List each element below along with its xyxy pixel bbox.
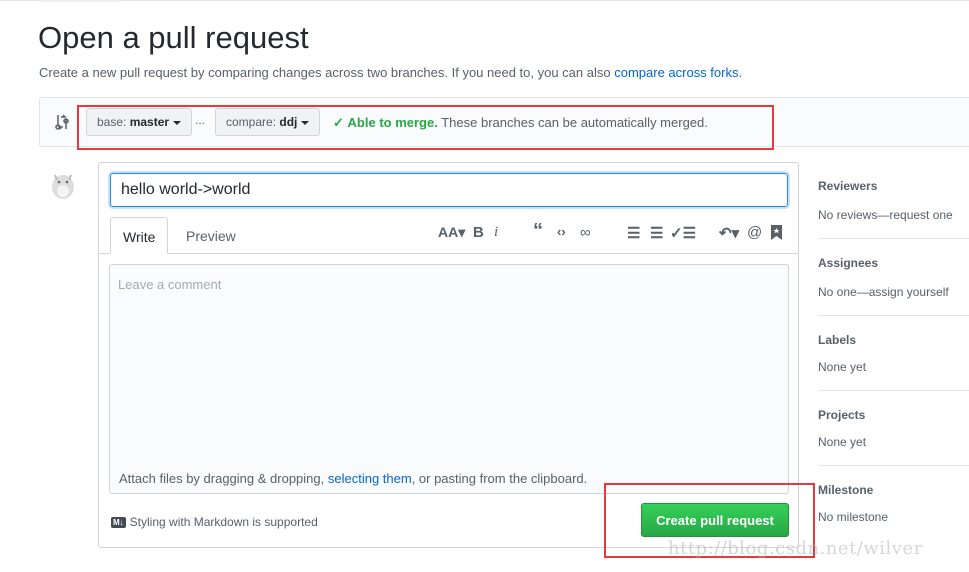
markdown-note[interactable]: M↓ Styling with Markdown is supported	[111, 515, 318, 529]
subtitle-end: .	[738, 65, 743, 80]
sidebar-divider	[818, 465, 969, 466]
bullet-list-icon[interactable]: ☰	[627, 224, 640, 242]
page-title: Open a pull request	[38, 20, 309, 55]
italic-icon[interactable]: i	[494, 224, 498, 241]
sidebar-labels-value: None yet	[818, 360, 867, 374]
page-subtitle: Create a new pull request by comparing c…	[39, 65, 742, 80]
attach-text: Attach files by dragging & dropping,	[119, 471, 328, 486]
top-border	[0, 0, 969, 1]
sidebar-divider	[818, 238, 969, 239]
avatar	[52, 174, 74, 199]
link-icon[interactable]: ∞	[580, 224, 591, 241]
sidebar-divider	[818, 390, 969, 391]
sidebar-reviewers-heading[interactable]: Reviewers	[818, 179, 877, 193]
select-files-link[interactable]: selecting them	[328, 471, 412, 486]
quote-icon[interactable]: “	[533, 220, 543, 243]
top-tab-border	[40, 0, 120, 2]
text-size-icon[interactable]: AA▾	[438, 224, 465, 241]
markdown-icon: M↓	[111, 517, 126, 528]
tab-write[interactable]: Write	[110, 217, 169, 254]
numbered-list-icon[interactable]: ☰	[650, 224, 663, 242]
task-list-icon[interactable]: ✓☰	[670, 224, 696, 242]
markdown-note-text: Styling with Markdown is supported	[129, 515, 318, 529]
bold-icon[interactable]: B	[473, 224, 484, 241]
bookmark-icon[interactable]	[771, 225, 782, 240]
sidebar-assignees-heading[interactable]: Assignees	[818, 256, 878, 270]
subtitle-text: Create a new pull request by comparing c…	[39, 65, 615, 80]
mention-icon[interactable]: @	[747, 224, 762, 241]
compare-forks-link[interactable]: compare across forks	[614, 65, 738, 80]
code-icon[interactable]: ‹›	[557, 224, 566, 239]
title-input[interactable]: hello world->world	[110, 173, 788, 207]
tab-preview[interactable]: Preview	[174, 217, 248, 254]
sidebar-reviewers-value: No reviews—request one	[818, 208, 953, 222]
sidebar-labels-heading[interactable]: Labels	[818, 333, 856, 347]
compare-icon	[55, 114, 69, 130]
reply-icon[interactable]: ↶▾	[719, 224, 739, 242]
attach-text-end: , or pasting from the clipboard.	[411, 471, 588, 486]
sidebar-assignees-value: No one—assign yourself	[818, 285, 949, 299]
watermark: http://blog.csdn.net/wilver	[668, 538, 923, 559]
sidebar-milestone-heading[interactable]: Milestone	[818, 483, 873, 497]
sidebar-projects-value: None yet	[818, 435, 867, 449]
sidebar-projects-heading[interactable]: Projects	[818, 408, 865, 422]
sidebar-divider	[818, 315, 969, 316]
highlight-box	[77, 105, 774, 150]
comment-textarea[interactable]: Leave a comment	[109, 264, 789, 464]
sidebar-milestone-value: No milestone	[818, 510, 889, 524]
